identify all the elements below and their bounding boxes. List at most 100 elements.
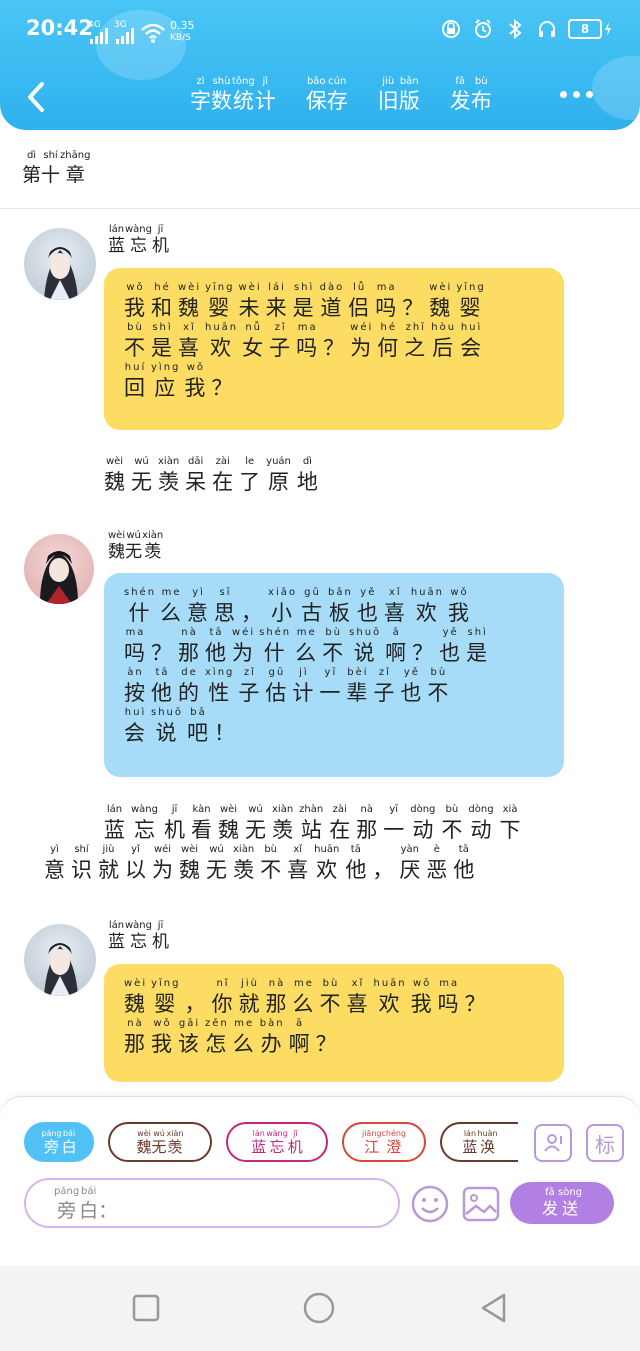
hanzi-char: ， xyxy=(372,858,394,882)
hanzi-char: fā 发 xyxy=(449,76,471,113)
back-triangle-icon[interactable] xyxy=(478,1292,510,1324)
hanzi-char: è恶 xyxy=(426,844,448,882)
dialogue-bubble-lan-wangji[interactable]: wǒ 我 hé 和 wèi 魏 yīng 婴 wèi 未 lái 来 shì 是 dào 道 lǚ 侣 ma 吗？ wè… xyxy=(104,268,564,430)
hanzi-char: jī 机 xyxy=(164,804,185,842)
tag-button[interactable]: 标 xyxy=(586,1124,624,1162)
hanzi-char: jì 计 xyxy=(292,667,316,705)
status-time: 20:42 xyxy=(26,16,93,40)
message-input[interactable]: páng 旁 bái 白： xyxy=(24,1178,400,1228)
hanzi-char: shén 什 xyxy=(124,587,157,625)
role-chip-lan-wangji[interactable]: lán 蓝 wàng 忘 jī 机 xyxy=(226,1122,328,1162)
hanzi-char: gǔ 古 xyxy=(301,587,324,625)
hanzi-char: huàn 涣 xyxy=(477,1128,498,1156)
wifi-icon xyxy=(141,23,165,43)
hanzi-char: chéng 澄 xyxy=(381,1128,407,1156)
hanzi-char: dòng 动 xyxy=(468,804,494,842)
old-version-button[interactable]: jiù 旧 bǎn 版 xyxy=(378,76,420,114)
hanzi-char: zǐ 子 xyxy=(269,322,293,360)
avatar-wei-wuxian[interactable] xyxy=(24,534,94,604)
hanzi-char: bù 不 xyxy=(322,627,346,665)
hanzi-char: yì 意 xyxy=(44,844,65,882)
publish-button[interactable]: fā 发 bù 布 xyxy=(450,76,492,114)
hanzi-char: huān 欢 xyxy=(205,322,239,360)
role-chip-wei-wuxian[interactable]: wèi 魏 wú 无 xiàn 羡 xyxy=(108,1122,212,1162)
hanzi-char: jiù 旧 xyxy=(377,76,399,113)
lock-icon xyxy=(440,18,462,40)
hanzi-char: xiàn 羡 xyxy=(158,456,180,494)
hanzi-char: dào 道 xyxy=(319,282,345,320)
hanzi-char: wéi 为 xyxy=(232,627,256,665)
hanzi-char: nǚ 女 xyxy=(242,322,266,360)
word-count-button[interactable]: zì 字 shù 数 tǒng 统 jì 计 xyxy=(190,76,276,114)
narration-text[interactable]: wèi 魏 wú 无 xiàn 羡 dāi 呆 zài 在 le 了 yuán 原 dì 地 xyxy=(104,456,324,496)
hanzi-char: shuō 说 xyxy=(349,627,382,665)
status-bar: 20:42 4G 3G 0.35 KB/S 8 xyxy=(0,14,640,50)
bluetooth-icon xyxy=(504,18,526,40)
hanzi-char: lán 蓝 xyxy=(104,804,125,842)
hanzi-char: wǒ 我 xyxy=(447,587,471,625)
hanzi-char: shí 识 xyxy=(71,844,92,882)
hanzi-char: xǐ 喜 xyxy=(178,322,201,360)
hanzi-char: huì 会 xyxy=(124,707,147,745)
hanzi-char: wú 无 xyxy=(131,456,152,494)
contacts-button[interactable] xyxy=(534,1124,572,1162)
hanzi-char: tā 他 xyxy=(453,844,475,882)
hanzi-char: ma 吗 xyxy=(375,282,399,320)
hanzi-char: fā 发 xyxy=(541,1187,558,1218)
hanzi-char: huì 会 xyxy=(460,322,484,360)
hanzi-char: wǒ 我 xyxy=(410,978,434,1016)
save-button[interactable]: bǎo 保 cún 存 xyxy=(306,76,348,114)
hanzi-char: wéi 为 xyxy=(152,844,173,882)
hanzi-char: yě 也 xyxy=(356,587,380,625)
more-menu-button[interactable] xyxy=(560,84,600,104)
role-chip-narrator[interactable]: páng 旁 bái 白 xyxy=(24,1122,94,1162)
image-icon[interactable] xyxy=(462,1186,500,1222)
hanzi-char: gāi 该 xyxy=(178,1018,201,1056)
hanzi-char: dì 地 xyxy=(296,456,318,494)
hanzi-char: ！ xyxy=(214,721,238,745)
hanzi-char: dì 第 xyxy=(22,150,42,186)
text-line: yì 意 shí 识 jiù 就 yǐ 以 wéi 为 wèi 魏 wú 无 xiàn 羡 bù 不 xǐ 喜 huān… xyxy=(44,844,604,884)
home-icon[interactable] xyxy=(303,1292,335,1324)
back-arrow-icon[interactable] xyxy=(22,80,52,114)
narration-text[interactable]: lán 蓝 wàng 忘 jī 机 kàn 看 wèi 魏 wú 无 xiàn 羡 zhàn 站 zài 在 nà 那… xyxy=(44,804,604,884)
hanzi-char: páng 旁 xyxy=(54,1186,80,1222)
alarm-icon xyxy=(472,18,494,40)
text-line: wèi 魏 wú 无 xiàn 羡 dāi 呆 zài 在 le 了 yuán 原 dì 地 xyxy=(104,456,324,496)
avatar-lan-wangji[interactable] xyxy=(24,924,96,996)
hanzi-char: wéi 为 xyxy=(350,322,374,360)
role-chip-jiang-cheng[interactable]: jiāng 江 chéng 澄 xyxy=(342,1122,426,1162)
role-chip-lan-huan[interactable]: lán 蓝 huàn 涣 xyxy=(440,1122,518,1162)
divider xyxy=(0,208,640,209)
hanzi-char: yǐ 以 xyxy=(125,844,146,882)
hanzi-char: yī 一 xyxy=(383,804,405,842)
hanzi-char: nà 那 xyxy=(265,978,289,1016)
hanzi-char: ma 吗 xyxy=(124,627,147,665)
dialogue-bubble-lan-wangji[interactable]: wèi 魏 yīng 婴， nǐ 你 jiù 就 nà 那 me 么 bù 不 xǐ 喜 huān 欢 wǒ 我 ma 吗… xyxy=(104,964,564,1082)
contacts-icon xyxy=(544,1134,562,1152)
send-button[interactable]: fā 发 sòng 送 xyxy=(510,1182,614,1224)
hanzi-char: bù 不 xyxy=(441,804,463,842)
recent-apps-icon[interactable] xyxy=(130,1292,162,1324)
hanzi-char: wǒ 我 xyxy=(184,362,208,400)
hanzi-char: bàn 办 xyxy=(259,1018,285,1056)
hanzi-char: bù 不 xyxy=(124,322,147,360)
hanzi-char: yīng 婴 xyxy=(151,978,181,1016)
hanzi-char: xǐ 喜 xyxy=(346,978,370,1016)
dialogue-bubble-wei-wuxian[interactable]: shén 什 me 么 yì 意 sī 思， xiǎo 小 gǔ 古 bǎn 板 yě 也 xǐ 喜 huān 欢 wǒ… xyxy=(104,573,564,777)
hanzi-char: ā啊 xyxy=(288,1018,312,1056)
hanzi-char: lán 蓝 xyxy=(108,920,125,952)
hanzi-char: xiàn 羡 xyxy=(142,530,164,562)
hanzi-char: ， xyxy=(241,601,265,625)
emoji-icon[interactable] xyxy=(410,1184,450,1224)
hanzi-char: wǒ 我 xyxy=(124,282,147,320)
hanzi-char: zì 字 xyxy=(190,76,211,113)
hanzi-char: jiù 就 xyxy=(238,978,262,1016)
hanzi-char: xǐ 喜 xyxy=(383,587,407,625)
hanzi-char: me 么 xyxy=(292,978,316,1016)
hanzi-char: lái 来 xyxy=(265,282,289,320)
avatar-lan-wangji[interactable] xyxy=(24,228,96,300)
hanzi-char: wèi 魏 xyxy=(124,978,148,1016)
hanzi-char: jiāng 江 xyxy=(361,1128,382,1156)
text-line: shén 什 me 么 yì 意 sī 思， xiǎo 小 gǔ 古 bǎn 板 yě 也 xǐ 喜 huān 欢 wǒ… xyxy=(124,587,544,627)
